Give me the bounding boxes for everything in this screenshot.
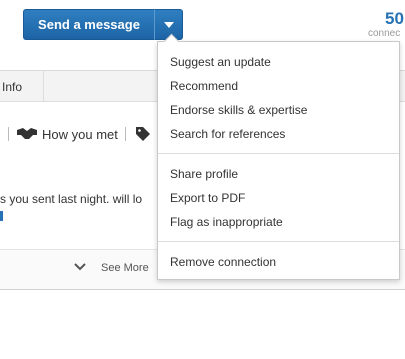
message-preview: s you sent last night. will lo	[0, 192, 143, 206]
menu-item-suggest-update[interactable]: Suggest an update	[170, 55, 271, 69]
link-fragment[interactable]	[0, 211, 3, 221]
menu-item-endorse-skills[interactable]: Endorse skills & expertise	[170, 103, 307, 117]
menu-item-remove-connection[interactable]: Remove connection	[170, 255, 276, 269]
connections-count[interactable]: 50	[385, 9, 404, 29]
menu-item-recommend[interactable]: Recommend	[170, 79, 238, 93]
send-message-button[interactable]: Send a message	[23, 9, 154, 40]
tab-info[interactable]: Info	[0, 71, 44, 102]
chevron-down-icon	[74, 263, 86, 271]
menu-divider	[158, 153, 399, 154]
tab-info-label: Info	[2, 79, 23, 94]
see-more-link[interactable]: See More	[101, 262, 149, 274]
chevron-down-icon	[163, 21, 174, 28]
menu-item-search-references[interactable]: Search for references	[170, 127, 285, 141]
divider	[8, 127, 9, 141]
profile-action-bar: Send a message 50 connec	[0, 0, 405, 46]
tag-icon[interactable]	[136, 127, 150, 141]
connections-label: connec	[368, 28, 401, 39]
more-actions-menu: Suggest an update Recommend Endorse skil…	[157, 33, 400, 280]
menu-item-flag-inappropriate[interactable]: Flag as inappropriate	[170, 215, 283, 229]
send-message-label: Send a message	[38, 17, 140, 32]
how-you-met-link[interactable]: How you met	[42, 127, 118, 142]
menu-item-export-pdf[interactable]: Export to PDF	[170, 191, 245, 205]
menu-item-share-profile[interactable]: Share profile	[170, 167, 238, 181]
handshake-icon	[17, 128, 37, 139]
menu-divider	[158, 241, 399, 242]
divider	[125, 127, 126, 141]
